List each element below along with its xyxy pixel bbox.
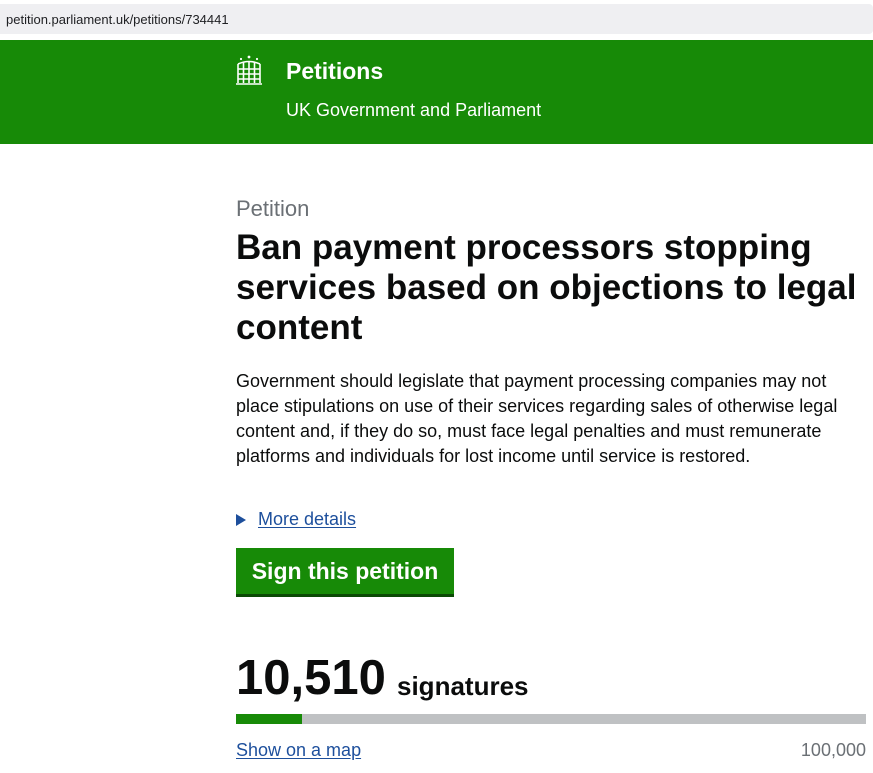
- portcullis-icon: [236, 55, 262, 85]
- signature-progress-fill: [236, 714, 303, 724]
- signature-label: signatures: [397, 671, 529, 701]
- disclosure-triangle-icon: [236, 513, 246, 526]
- url-field[interactable]: petition.parliament.uk/petitions/734441: [0, 4, 873, 34]
- site-subtitle: UK Government and Parliament: [286, 100, 542, 120]
- page-caption: Petition: [236, 196, 310, 221]
- sign-petition-button[interactable]: Sign this petition: [236, 548, 454, 597]
- signature-target: 100,000: [800, 740, 866, 760]
- browser-address-bar: petition.parliament.uk/petitions/734441: [0, 0, 873, 38]
- petition-title: Ban payment processors stopping services…: [236, 228, 857, 347]
- petition-description: Government should legislate that payment…: [236, 371, 838, 466]
- site-header: Petitions UK Government and Parliament: [0, 40, 873, 144]
- signature-progress-bar: [236, 714, 866, 724]
- more-details-toggle[interactable]: More details: [236, 509, 356, 530]
- show-on-map-link[interactable]: Show on a map: [236, 740, 361, 761]
- signature-count: 10,510: [236, 651, 386, 705]
- site-title-link[interactable]: Petitions: [286, 58, 383, 85]
- url-text[interactable]: petition.parliament.uk/petitions/734441: [6, 12, 229, 27]
- more-details-link[interactable]: More details: [258, 509, 356, 530]
